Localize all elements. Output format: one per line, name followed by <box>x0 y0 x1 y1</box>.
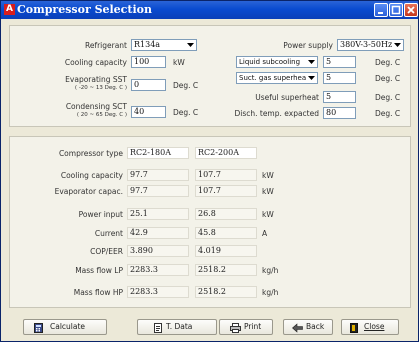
useful-superheat-label: Useful superheat <box>255 93 319 102</box>
calculator-icon <box>34 323 43 333</box>
evaporating-sst-input[interactable]: 0 <box>131 79 166 91</box>
result-value-model-1: 3.890 <box>127 245 189 257</box>
result-unit: kW <box>262 171 274 180</box>
result-value-model-2: 2518.2 <box>195 264 257 276</box>
result-value-model-1: 2283.3 <box>127 286 189 298</box>
power-supply-select[interactable]: 380V-3-50Hz <box>337 39 404 51</box>
chevron-down-icon <box>306 57 317 67</box>
subcooling-input[interactable]: 5 <box>323 56 356 68</box>
document-icon <box>154 323 162 333</box>
title-bar: A Compressor Selection <box>1 1 418 19</box>
result-label: Evaporator capac. <box>54 187 123 196</box>
refrigerant-label: Refrigerant <box>84 41 127 50</box>
useful-superheat-input[interactable]: 5 <box>323 91 356 103</box>
calculate-label: Calculate <box>50 322 86 331</box>
close-label: Close <box>364 322 385 331</box>
evaporating-sst-unit: Deg. C <box>173 81 199 90</box>
result-unit: kW <box>262 210 274 219</box>
result-unit: kg/h <box>262 266 279 275</box>
compressor-selection-window: A Compressor Selection Refrigerant R134a… <box>0 0 419 342</box>
chevron-down-icon <box>306 73 317 83</box>
t-data-button[interactable]: T. Data <box>137 319 217 335</box>
result-value-model-1: 42.9 <box>127 227 189 239</box>
condensing-sct-range: ( 20 ~ 65 Deg. C ) <box>76 112 127 118</box>
power-supply-label: Power supply <box>283 41 333 50</box>
chevron-down-icon <box>392 40 403 50</box>
result-unit: A <box>262 229 268 238</box>
condensing-sct-label: Condensing SCT <box>65 102 127 111</box>
cooling-capacity-unit: kW <box>173 58 185 67</box>
result-value-model-1: 25.1 <box>127 208 189 220</box>
result-value-model-2: 4.019 <box>195 245 257 257</box>
power-supply-value: 380V-3-50Hz <box>340 40 393 49</box>
result-label: Mass flow HP <box>73 288 123 297</box>
result-unit: kg/h <box>262 288 279 297</box>
disch-temp-unit: Deg. C <box>375 109 401 118</box>
cooling-capacity-label: Cooling capacity <box>64 58 127 67</box>
result-value-model-2: 107.7 <box>195 185 257 197</box>
disch-temp-input[interactable]: 80 <box>323 107 356 119</box>
subcooling-unit: Deg. C <box>375 58 401 67</box>
condensing-sct-unit: Deg. C <box>173 108 199 117</box>
result-value-model-2: 26.8 <box>195 208 257 220</box>
cooling-capacity-input[interactable]: 100 <box>131 56 166 68</box>
result-label: COP/EER <box>90 247 123 256</box>
result-unit: kW <box>262 187 274 196</box>
print-label: Print <box>244 322 262 331</box>
evaporating-sst-range: ( -20 ~ 13 Deg. C ) <box>74 85 127 91</box>
superheat-input[interactable]: 5 <box>323 72 356 84</box>
superheat-unit: Deg. C <box>375 74 401 83</box>
minimize-button[interactable] <box>374 3 388 17</box>
result-value-model-2: 107.7 <box>195 169 257 181</box>
condensing-sct-input[interactable]: 40 <box>131 106 166 118</box>
disch-temp-label: Disch. temp. expacted <box>234 109 319 118</box>
printer-icon <box>230 323 241 333</box>
back-button[interactable]: Back <box>283 319 333 335</box>
app-logo: A <box>4 4 15 15</box>
close-window-button[interactable] <box>404 3 418 17</box>
model-1-header: RC2-180A <box>127 147 189 159</box>
result-value-model-1: 2283.3 <box>127 264 189 276</box>
superheat-select-value: Suct. gas superheat <box>239 74 309 82</box>
subcooling-select-value: Liquid subcooling <box>239 58 301 66</box>
door-exit-icon <box>350 323 358 333</box>
compressor-type-label: Compressor type <box>58 149 123 158</box>
result-value-model-2: 45.8 <box>195 227 257 239</box>
calculate-button[interactable]: Calculate <box>23 319 107 335</box>
back-arrow-icon <box>292 323 303 333</box>
maximize-button[interactable] <box>389 3 403 17</box>
refrigerant-value: R134a <box>134 40 161 49</box>
close-button[interactable]: Close <box>341 319 399 335</box>
t-data-label: T. Data <box>166 322 193 331</box>
subcooling-select[interactable]: Liquid subcooling <box>236 56 318 68</box>
result-label: Power input <box>78 210 123 219</box>
result-value-model-2: 2518.2 <box>195 286 257 298</box>
result-label: Cooling capacity <box>60 171 123 180</box>
result-label: Mass flow LP <box>75 266 123 275</box>
evaporating-sst-label: Evaporating SST <box>65 75 127 84</box>
print-button[interactable]: Print <box>219 319 273 335</box>
minimize-icon <box>378 12 383 14</box>
close-icon <box>407 6 415 14</box>
superheat-select[interactable]: Suct. gas superheat <box>236 72 318 84</box>
result-value-model-1: 97.7 <box>127 169 189 181</box>
back-label: Back <box>306 322 325 331</box>
useful-superheat-unit: Deg. C <box>375 93 401 102</box>
window-title: Compressor Selection <box>17 3 152 16</box>
refrigerant-select[interactable]: R134a <box>131 39 197 51</box>
results-panel <box>9 136 411 308</box>
maximize-icon <box>391 5 401 15</box>
result-label: Current <box>94 229 123 238</box>
model-2-header: RC2-200A <box>195 147 257 159</box>
chevron-down-icon <box>185 40 196 50</box>
result-value-model-1: 97.7 <box>127 185 189 197</box>
